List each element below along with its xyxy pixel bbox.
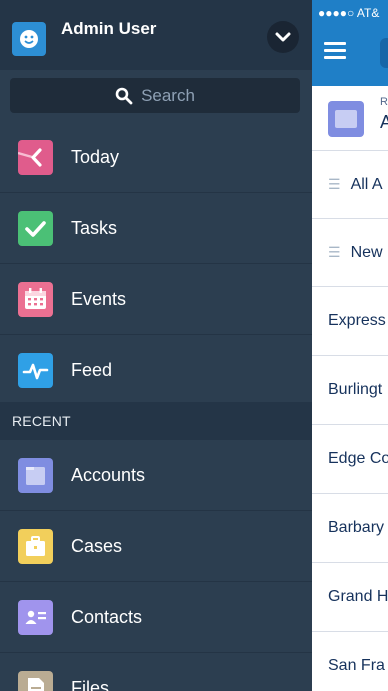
user-menu-toggle[interactable]	[267, 21, 299, 53]
file-icon	[18, 671, 53, 691]
list-view-row[interactable]: ☰ New	[312, 219, 388, 287]
screen: ●●●●○ AT& R A ☰ All A ☰ New Express Burl…	[0, 0, 388, 691]
nav-item-label: Today	[71, 147, 120, 167]
list-icon: ☰	[328, 244, 341, 260]
section-label: RECENT	[12, 413, 71, 429]
recent-section-header: RECENT	[0, 402, 312, 440]
user-header[interactable]: Admin User	[0, 0, 312, 70]
list-item-label: Grand H	[328, 588, 388, 605]
list-icon: ☰	[328, 176, 341, 192]
list-item-label: Barbary	[328, 519, 385, 536]
app-navbar	[312, 26, 388, 86]
nav-item-files[interactable]: Files	[0, 653, 312, 691]
status-bar: ●●●●○ AT&	[312, 0, 388, 26]
main-app-background: ●●●●○ AT& R A ☰ All A ☰ New Express Burl…	[312, 0, 388, 691]
list-item[interactable]: Burlingt	[312, 356, 388, 425]
pulse-icon	[18, 353, 53, 388]
nav-item-today[interactable]: Today	[0, 122, 312, 193]
nav-item-label: Files	[71, 678, 110, 691]
nav-item-accounts[interactable]: Accounts	[0, 440, 312, 511]
list-item-label: Edge Co	[328, 450, 388, 467]
list-item-label: San Fra	[328, 657, 385, 674]
briefcase-icon	[18, 529, 53, 564]
nav-item-label: Cases	[71, 536, 123, 556]
nav-item-cases[interactable]: Cases	[0, 511, 312, 582]
carrier-text: ●●●●○ AT&	[318, 6, 380, 20]
nav-item-label: Contacts	[71, 607, 143, 627]
avatar	[12, 22, 46, 56]
nav-action-button[interactable]	[380, 38, 388, 68]
folder-icon	[18, 458, 53, 493]
list-view-row[interactable]: ☰ All A	[312, 151, 388, 219]
nav-item-label: Tasks	[71, 218, 118, 238]
object-header-subtitle: R	[380, 96, 388, 108]
list-item-label: Burlingt	[328, 381, 383, 398]
nav-item-label: Events	[71, 289, 127, 309]
nav-item-contacts[interactable]: Contacts	[0, 582, 312, 653]
nav-item-feed[interactable]: Feed	[0, 335, 312, 406]
nav-item-label: Feed	[71, 360, 113, 380]
list-item-label: Express	[328, 312, 386, 329]
folder-icon	[328, 101, 364, 137]
search-placeholder: Search	[141, 85, 195, 105]
list-view-label: New	[350, 243, 383, 261]
calendar-icon	[18, 282, 53, 317]
list-item[interactable]: Edge Co	[312, 425, 388, 494]
smiley-icon	[20, 30, 38, 48]
search-input[interactable]: Search	[10, 78, 300, 113]
list-item[interactable]: Grand H	[312, 563, 388, 632]
list-item[interactable]: Express	[312, 287, 388, 356]
search-icon	[115, 87, 133, 104]
nav-item-label: Accounts	[71, 465, 146, 485]
chevron-down-icon	[275, 32, 291, 42]
object-header: R A	[312, 86, 388, 151]
nav-item-tasks[interactable]: Tasks	[0, 193, 312, 264]
list-item[interactable]: San Fra	[312, 632, 388, 691]
object-header-title: A	[380, 112, 388, 132]
today-icon	[17, 140, 53, 175]
contact-card-icon	[18, 600, 53, 635]
main-nav: Today Tasks Events Feed	[0, 122, 312, 406]
nav-item-events[interactable]: Events	[0, 264, 312, 335]
list-item[interactable]: Barbary	[312, 494, 388, 563]
list-view-label: All A	[350, 175, 383, 193]
checkmark-icon	[18, 211, 53, 246]
menu-icon[interactable]	[324, 42, 346, 60]
user-name: Admin User	[61, 19, 157, 38]
navigation-drawer: Admin User Search Today Tasks Events Fee…	[0, 0, 312, 691]
recent-nav: Accounts Cases Contacts Files	[0, 440, 312, 691]
